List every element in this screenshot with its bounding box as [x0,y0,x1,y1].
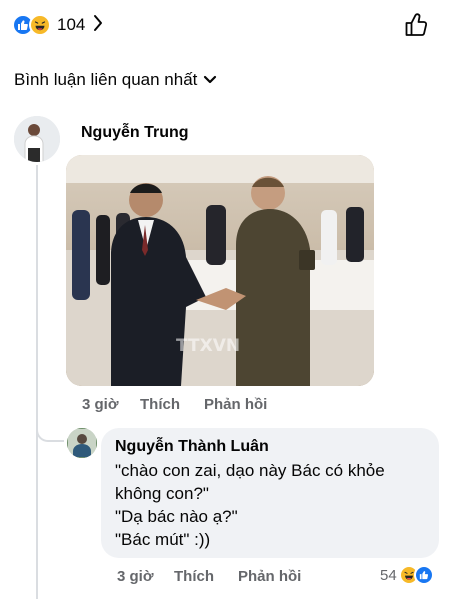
reply-text: "chào con zai, dạo này Bác có khỏe không… [115,459,425,551]
comment-like-button[interactable]: Thích [140,396,180,413]
sort-label: Bình luận liên quan nhất [14,70,198,89]
reply-bubble: Nguyễn Thành Luân "chào con zai, dạo này… [101,428,439,558]
chevron-right-icon [93,14,103,37]
reaction-count: 104 [57,15,86,34]
chevron-down-icon [203,70,217,90]
reply-line: "chào con zai, dạo này Bác có khỏe không… [115,461,385,503]
reply-reply-button[interactable]: Phản hồi [238,568,301,585]
comment-photo[interactable]: TTXVN [66,155,374,386]
reaction-summary[interactable]: 104 [12,12,103,38]
reply-like-button[interactable]: Thích [174,568,214,585]
comment-sort-dropdown[interactable]: Bình luận liên quan nhất [14,70,217,90]
comment-timestamp[interactable]: 3 giờ [82,396,119,413]
reply-line: "Bác mút" :)) [115,530,211,549]
reaction-icons [12,14,51,36]
comment-author[interactable]: Nguyễn Trung [81,124,189,142]
reply-avatar[interactable] [67,428,97,458]
avatar[interactable] [14,116,60,162]
photo-watermark: TTXVN [176,336,240,356]
reply-reactions[interactable]: 54 [380,565,434,585]
reply-author[interactable]: Nguyễn Thành Luân [115,438,425,456]
comment-reply-button[interactable]: Phản hồi [204,396,267,413]
reply-reaction-count: 54 [380,566,397,584]
haha-icon [29,14,51,36]
like-outline-icon[interactable] [404,12,430,38]
reply-line: "Dạ bác nào ạ?" [115,507,238,526]
thread-branch [36,420,64,442]
reply-timestamp[interactable]: 3 giờ [117,568,154,585]
like-icon [413,565,434,585]
thread-line [36,165,38,599]
